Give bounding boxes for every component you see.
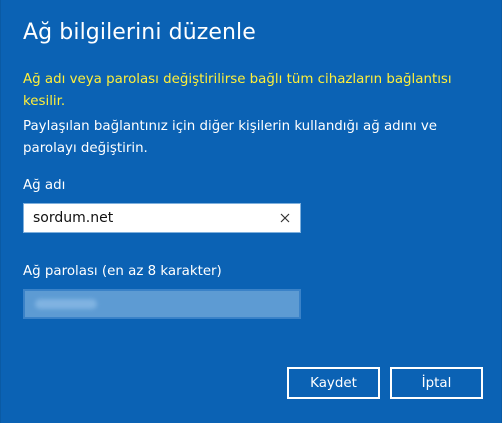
network-name-value: sordum.net [33, 210, 114, 226]
clear-input-button[interactable] [274, 207, 296, 229]
password-value-blurred [35, 299, 97, 309]
network-name-label: Ağ adı [23, 178, 66, 193]
cancel-button[interactable]: İptal [390, 367, 483, 399]
password-label: Ağ parolası (en az 8 karakter) [23, 264, 222, 279]
network-name-input[interactable]: sordum.net [23, 203, 301, 233]
close-icon [280, 213, 290, 223]
info-text: Paylaşılan bağlantınız için diğer kişile… [23, 119, 438, 156]
password-input[interactable] [23, 289, 301, 319]
dialog-title: Ağ bilgilerini düzenle [23, 20, 256, 45]
save-button[interactable]: Kaydet [287, 367, 380, 399]
warning-text: Ağ adı veya parolası değiştirilirse bağl… [23, 72, 452, 109]
edit-network-dialog: Ağ bilgilerini düzenle Ağ adı veya parol… [0, 0, 502, 423]
